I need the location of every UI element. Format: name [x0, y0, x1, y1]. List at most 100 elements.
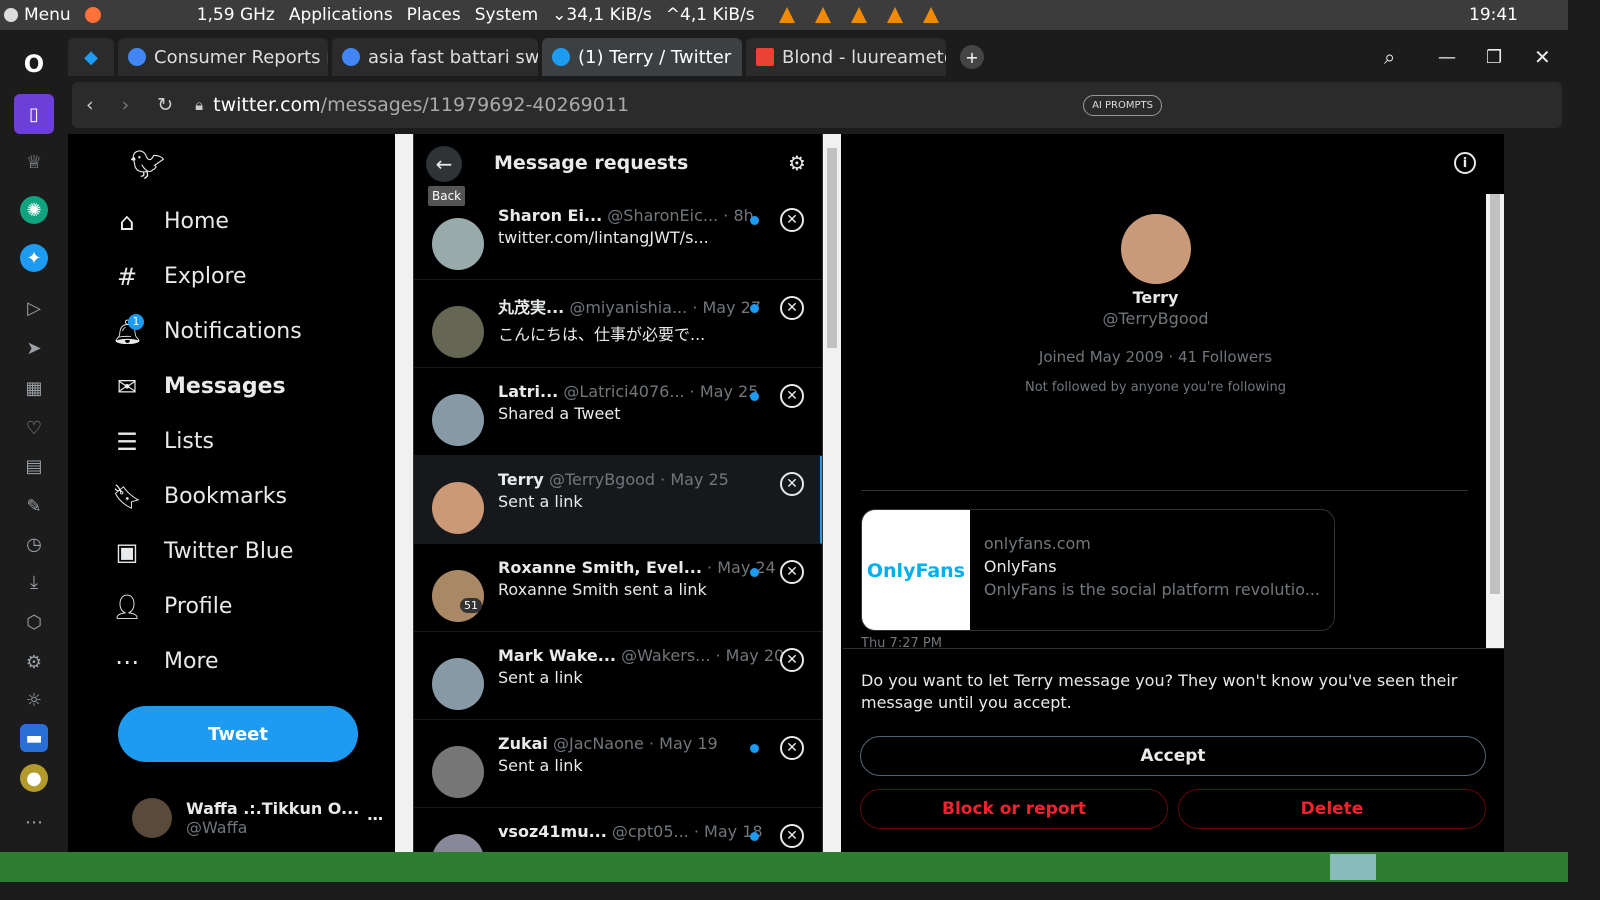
net-up: ^ 4,1 KiB/s: [665, 5, 755, 25]
close-icon[interactable]: ✕: [780, 384, 804, 408]
url-field[interactable]: twitter.com/messages/11979692-40269011: [213, 94, 1083, 116]
extension-icon[interactable]: ●: [20, 764, 48, 792]
tab-consumer-reports[interactable]: Consumer Reports re: [118, 38, 328, 76]
apps-icon[interactable]: ▦: [20, 374, 48, 402]
profile-summary[interactable]: Terry @TerryBgood Joined May 2009 · 41 F…: [843, 214, 1468, 395]
chatgpt-icon[interactable]: ✺: [20, 196, 48, 224]
close-icon[interactable]: ✕: [780, 208, 804, 232]
home-icon: ⌂: [119, 207, 135, 236]
system-panel: Menu 1,59 GHz Applications Places System…: [0, 0, 1568, 30]
minimize-button[interactable]: —: [1438, 47, 1456, 68]
workspace-icon[interactable]: ◆: [68, 38, 114, 76]
close-icon[interactable]: ✕: [780, 736, 804, 760]
unread-dot: [750, 304, 759, 313]
ai-prompts-button[interactable]: AI PROMPTS: [1083, 94, 1162, 116]
vlc-icon[interactable]: [814, 7, 831, 23]
close-icon[interactable]: ✕: [780, 824, 804, 848]
history-icon[interactable]: ◷: [20, 530, 48, 558]
chat-icon[interactable]: ▬: [20, 724, 48, 752]
nav-lists[interactable]: ☰ Lists: [112, 414, 392, 469]
new-tab-button[interactable]: +: [960, 45, 984, 69]
download-icon[interactable]: ⤓: [20, 568, 48, 596]
cube-icon[interactable]: ⬡: [20, 608, 48, 636]
send-icon[interactable]: ➤: [20, 334, 48, 362]
search-icon[interactable]: ⌕: [1384, 45, 1395, 69]
close-button[interactable]: ✕: [1534, 45, 1551, 69]
address-bar: ‹ › ↻ 🔒︎ twitter.com/messages/11979692-4…: [72, 82, 1562, 128]
lock-icon: 🔒︎: [195, 96, 204, 114]
menu-button[interactable]: Menu: [4, 5, 71, 25]
nav-bookmarks[interactable]: 🔖︎ Bookmarks: [112, 469, 392, 524]
request-row[interactable]: vsoz41mu... @cpt05... · May 18 ✕: [414, 808, 822, 852]
active-window-button[interactable]: [1330, 854, 1376, 880]
system-menu[interactable]: System: [475, 5, 538, 25]
unread-dot: [750, 216, 759, 225]
forward-nav-icon[interactable]: ›: [122, 94, 130, 116]
tweet-button[interactable]: Tweet: [118, 706, 358, 762]
delete-button[interactable]: Delete: [1178, 789, 1486, 829]
profile-followed: Not followed by anyone you're following: [1024, 380, 1287, 395]
account-switcher[interactable]: Waffa .:.Tikkun O... @Waffa ⋯: [132, 790, 392, 846]
info-icon[interactable]: i: [1454, 152, 1476, 174]
vlc-icon[interactable]: [886, 7, 903, 23]
close-icon[interactable]: ✕: [780, 296, 804, 320]
news-icon[interactable]: ▤: [20, 452, 48, 480]
request-row[interactable]: Sharon Ei... @SharonEic... · 8h twitter.…: [414, 192, 822, 280]
request-row[interactable]: Latri... @Latrici4076... · May 25 Shared…: [414, 368, 822, 456]
tab-gmail[interactable]: Blond - luureamet@: [746, 38, 946, 76]
twitter-logo-icon[interactable]: 🐦︎: [112, 134, 392, 194]
nav-notifications[interactable]: 🔔︎ 1 Notifications: [112, 304, 392, 359]
nav-explore[interactable]: # Explore: [112, 249, 392, 304]
tab-twitter[interactable]: (1) Terry / Twitter: [542, 38, 742, 76]
close-icon[interactable]: ✕: [780, 560, 804, 584]
request-row[interactable]: 丸茂実... @miyanishia... · May 27 こんにちは、仕事が…: [414, 280, 822, 368]
twitter-icon[interactable]: ✦: [20, 244, 48, 272]
tab-asia-fast[interactable]: asia fast battari swap: [332, 38, 538, 76]
reload-icon[interactable]: ↻: [157, 94, 173, 116]
explore-icon: #: [116, 262, 138, 291]
firefox-icon[interactable]: [84, 7, 101, 23]
crown-icon[interactable]: ♕: [20, 148, 48, 176]
more-icon[interactable]: ⋯: [20, 808, 48, 836]
avatar: [1120, 214, 1191, 284]
avatar: [432, 306, 484, 358]
nav-scrollbar[interactable]: [395, 134, 413, 852]
bulb-icon[interactable]: ☼: [20, 686, 48, 714]
block-report-button[interactable]: Block or report: [860, 789, 1168, 829]
clock[interactable]: 19:41: [1469, 5, 1518, 25]
applications-menu[interactable]: Applications: [289, 5, 393, 25]
settings-icon[interactable]: ⚙: [20, 648, 48, 676]
heart-icon[interactable]: ♡: [20, 414, 48, 442]
back-nav-icon[interactable]: ‹: [86, 94, 94, 116]
back-arrow-icon[interactable]: ←: [426, 146, 462, 182]
vlc-icon[interactable]: [778, 7, 795, 23]
nav-messages[interactable]: ✉ Messages: [112, 359, 392, 414]
edit-icon[interactable]: ✎: [20, 492, 48, 520]
restore-button[interactable]: ❐: [1486, 47, 1502, 68]
nav-home[interactable]: ⌂ Home: [112, 194, 392, 249]
requests-scrollbar[interactable]: [823, 134, 841, 852]
settings-icon[interactable]: ⚙: [788, 151, 806, 175]
close-icon[interactable]: ✕: [780, 648, 804, 672]
request-row[interactable]: Terry @TerryBgood · May 25 Sent a link ✕: [414, 456, 822, 544]
request-row[interactable]: 51 Roxanne Smith, Evel... · May 24 Roxan…: [414, 544, 822, 632]
nav-profile[interactable]: 👤︎ Profile: [112, 579, 392, 634]
request-row[interactable]: Mark Wake... @Wakers... · May 20 Sent a …: [414, 632, 822, 720]
twitter-nav: 🐦︎ ⌂ Home # Explore 🔔︎ 1 Notifications ✉ Message…: [112, 134, 392, 852]
close-icon[interactable]: ✕: [780, 472, 804, 496]
vlc-icon[interactable]: [922, 7, 939, 23]
conversation-scrollbar[interactable]: [1486, 194, 1504, 648]
nav-more[interactable]: ⋯ More: [112, 634, 392, 689]
taskbar: [0, 852, 1568, 882]
play-icon[interactable]: ▷: [20, 294, 48, 322]
opera-icon[interactable]: O: [20, 50, 48, 78]
accept-button[interactable]: Accept: [860, 736, 1486, 776]
request-row[interactable]: Zukai @JacNaone · May 19 Sent a link ✕: [414, 720, 822, 808]
more-icon: ⋯: [115, 647, 139, 676]
nav-twitter-blue[interactable]: ▣ Twitter Blue: [112, 524, 392, 579]
unread-dot: [750, 392, 759, 401]
places-menu[interactable]: Places: [407, 5, 461, 25]
reader-icon[interactable]: ▯: [14, 94, 54, 134]
link-card[interactable]: OnlyFans onlyfans.com OnlyFans OnlyFans …: [861, 509, 1335, 631]
vlc-icon[interactable]: [850, 7, 867, 23]
